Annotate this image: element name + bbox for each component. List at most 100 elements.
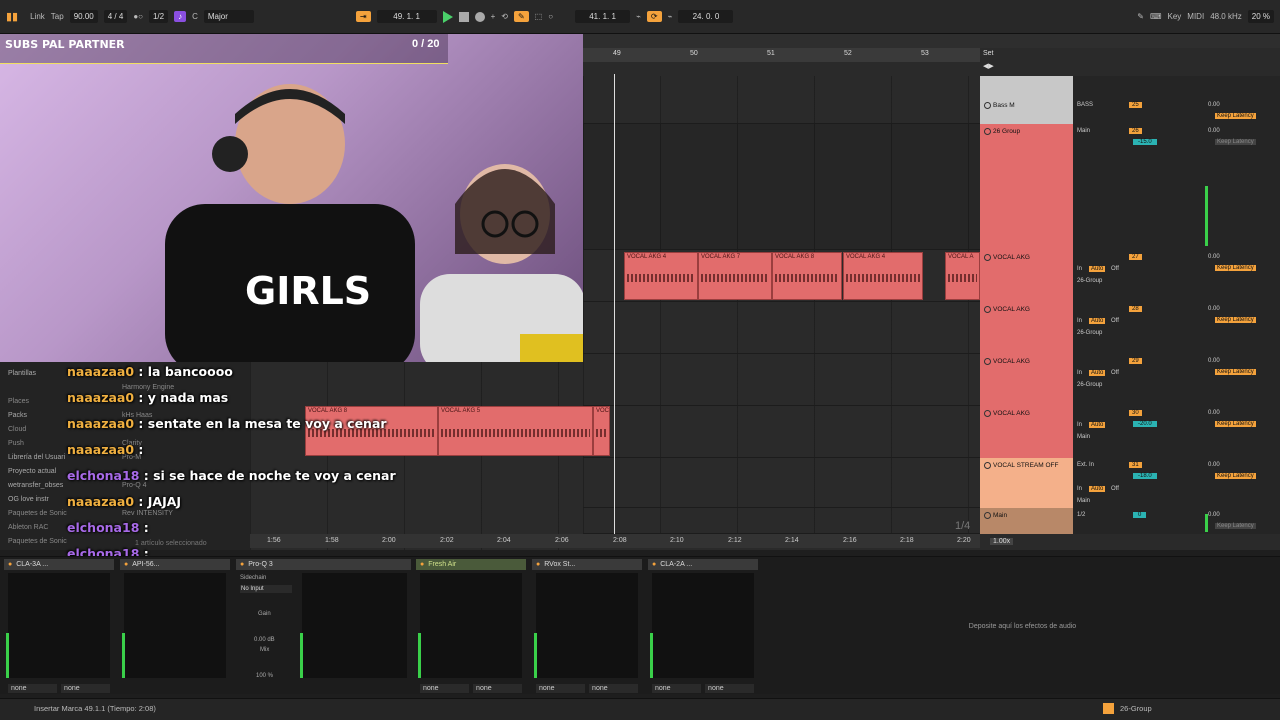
device-api560[interactable]: ● API-56... bbox=[120, 559, 230, 689]
device-fresh-air[interactable]: ● Fresh Air none none bbox=[416, 559, 526, 693]
track-header-bass[interactable]: Bass M bbox=[980, 76, 1073, 124]
group-output-route[interactable]: Main bbox=[1077, 128, 1090, 134]
clip[interactable]: VOCAL AKG 5 bbox=[438, 406, 593, 456]
sidechain-select[interactable]: none bbox=[589, 684, 638, 693]
bass-track-number[interactable]: 25 bbox=[1129, 102, 1142, 108]
vocal-1-track-number[interactable]: 27 bbox=[1129, 254, 1142, 260]
vocal-2-delay[interactable]: 0.00 bbox=[1208, 306, 1220, 312]
vocal-3-track-number[interactable]: 29 bbox=[1129, 358, 1142, 364]
browser-push[interactable]: Push bbox=[8, 440, 24, 447]
tempo-field[interactable]: 90.00 bbox=[69, 10, 98, 23]
browser-item-proq[interactable]: Pro-Q 4 bbox=[122, 482, 147, 489]
selected-track-name[interactable]: 26-Group bbox=[1120, 704, 1152, 713]
clip[interactable]: VOCAL AKG 7 bbox=[698, 252, 772, 300]
sidechain-select[interactable]: none bbox=[8, 684, 57, 693]
browser-sonic-2[interactable]: Paquetes de Sonic bbox=[8, 538, 67, 545]
device-proq3[interactable]: ● Pro-Q 3 Sidechain No Input Gain 0.00 dB… bbox=[236, 559, 411, 689]
time-ruler[interactable]: 1:56 1:58 2:00 2:02 2:04 2:06 2:08 2:10 … bbox=[250, 534, 980, 548]
position-field[interactable]: 49. 1. 1 bbox=[376, 10, 437, 23]
device-cla3a[interactable]: ● CLA-3A ... none none bbox=[4, 559, 114, 693]
vocal-2-track-number[interactable]: 28 bbox=[1129, 306, 1142, 312]
vocal-4-output[interactable]: Main bbox=[1077, 434, 1090, 440]
sidechain-select[interactable]: none bbox=[652, 684, 701, 693]
record-icon[interactable] bbox=[474, 11, 485, 22]
clip[interactable]: VOCAL A bbox=[945, 252, 980, 300]
vocal-4-track-number[interactable]: 30 bbox=[1129, 410, 1142, 416]
browser-sonic-1[interactable]: Paquetes de Sonic bbox=[8, 510, 67, 517]
set-locator-button[interactable]: Set bbox=[983, 50, 994, 57]
scale-icon[interactable]: ♪ bbox=[174, 11, 187, 22]
overdub-icon[interactable]: + bbox=[491, 12, 496, 21]
group-delay[interactable]: 0.00 bbox=[1208, 128, 1220, 134]
browser-cloud[interactable]: Cloud bbox=[8, 426, 26, 433]
vocal-3-output[interactable]: 26-Group bbox=[1077, 382, 1102, 388]
play-icon[interactable] bbox=[442, 10, 453, 23]
follow-icon[interactable]: ⇥ bbox=[355, 11, 371, 22]
vocal-2-keep-latency[interactable]: Keep Latency bbox=[1215, 317, 1256, 323]
vocal-2-output[interactable]: 26-Group bbox=[1077, 330, 1102, 336]
vocal-2-off[interactable]: Off bbox=[1111, 318, 1119, 324]
main-delay[interactable]: 0.00 bbox=[1208, 512, 1220, 518]
link-button[interactable]: Link bbox=[30, 12, 45, 21]
clip[interactable]: VOCAL AKG 4 bbox=[624, 252, 698, 300]
device-drop-zone[interactable]: Deposite aquí los efectos de audio bbox=[765, 557, 1280, 695]
vocal-2-auto[interactable]: Auto bbox=[1089, 318, 1106, 324]
browser-og[interactable]: OG love instr bbox=[8, 496, 49, 503]
power-icon[interactable]: ● bbox=[420, 561, 424, 568]
vocal-4-delay[interactable]: 0.00 bbox=[1208, 410, 1220, 416]
browser-plantillas[interactable]: Plantillas bbox=[8, 370, 36, 377]
vocal-3-auto[interactable]: Auto bbox=[1089, 370, 1106, 376]
browser-wetransfer[interactable]: wetransfer_obses bbox=[8, 482, 63, 489]
main-keep-latency[interactable]: Keep Latency bbox=[1215, 523, 1256, 529]
loop-start-field[interactable]: 41. 1. 1 bbox=[575, 10, 631, 23]
time-signature[interactable]: 4 / 4 bbox=[103, 10, 128, 23]
vocal-1-delay[interactable]: 0.00 bbox=[1208, 254, 1220, 260]
power-icon[interactable]: ● bbox=[8, 561, 12, 568]
beat-ruler[interactable]: 49 50 51 52 53 bbox=[583, 48, 980, 62]
group-volume[interactable]: -15.0 bbox=[1133, 139, 1157, 145]
track-header-main[interactable]: Main bbox=[980, 508, 1073, 534]
vocal-3-delay[interactable]: 0.00 bbox=[1208, 358, 1220, 364]
bass-delay[interactable]: 0.00 bbox=[1208, 102, 1220, 108]
sidechain-select[interactable]: none bbox=[473, 684, 522, 693]
vocal-4-keep-latency[interactable]: Keep Latency bbox=[1215, 421, 1256, 427]
device-cla2a[interactable]: ● CLA-2A ... none none bbox=[648, 559, 758, 693]
track-header-vocal-4[interactable]: VOCAL AKG bbox=[980, 406, 1073, 458]
vocal-3-off[interactable]: Off bbox=[1111, 370, 1119, 376]
locator-prev-icon[interactable]: ◀▶ bbox=[983, 62, 994, 70]
menu-icon[interactable]: ▮▮ bbox=[6, 10, 18, 23]
stream-volume[interactable]: -18.0 bbox=[1133, 473, 1157, 479]
power-icon[interactable]: ● bbox=[240, 561, 244, 568]
sidechain-select[interactable]: none bbox=[705, 684, 754, 693]
track-header-stream[interactable]: VOCAL STREAM OFF bbox=[980, 458, 1073, 508]
browser-user-library[interactable]: Librería del Usuari bbox=[8, 454, 65, 461]
loop-toggle-icon[interactable]: ⟳ bbox=[646, 11, 662, 22]
group-keep-latency[interactable]: Keep Latency bbox=[1215, 139, 1256, 145]
keyboard-icon[interactable]: ⌨ bbox=[1150, 12, 1162, 21]
vocal-3-keep-latency[interactable]: Keep Latency bbox=[1215, 369, 1256, 375]
bass-keep-latency[interactable]: Keep Latency bbox=[1215, 113, 1256, 119]
vocal-1-off[interactable]: Off bbox=[1111, 266, 1119, 272]
sidechain-input-select[interactable]: No Input bbox=[240, 585, 292, 593]
mix-value[interactable]: 100 % bbox=[256, 673, 273, 679]
punch-out-icon[interactable]: ⌁ bbox=[668, 12, 673, 21]
track-header-vocal-1[interactable]: VOCAL AKG bbox=[980, 250, 1073, 302]
scale-selector[interactable]: Major bbox=[203, 10, 254, 23]
draw-icon[interactable]: ✎ bbox=[1137, 12, 1144, 21]
vocal-4-auto[interactable]: Auto bbox=[1089, 422, 1106, 428]
device-rvox[interactable]: ● RVox St... none none bbox=[532, 559, 642, 693]
sidechain-select[interactable]: none bbox=[536, 684, 585, 693]
sidechain-select[interactable]: none bbox=[61, 684, 110, 693]
punch-in-icon[interactable]: ⌁ bbox=[636, 12, 641, 21]
clip[interactable]: VOCAL AKG 8 bbox=[772, 252, 842, 300]
clip[interactable]: VOC bbox=[593, 406, 610, 456]
loop-record-icon[interactable]: ⟲ bbox=[501, 12, 508, 21]
vocal-4-volume[interactable]: -20.0 bbox=[1133, 421, 1157, 427]
clip[interactable]: VOCAL AKG 4 bbox=[843, 252, 923, 300]
tap-button[interactable]: Tap bbox=[51, 12, 64, 21]
quantize-menu[interactable]: 1/2 bbox=[148, 10, 169, 23]
loop-length-field[interactable]: 24. 0. 0 bbox=[678, 10, 734, 23]
stream-auto[interactable]: Auto bbox=[1089, 486, 1106, 492]
main-output-route[interactable]: 1/2 bbox=[1077, 512, 1085, 518]
power-icon[interactable]: ● bbox=[652, 561, 656, 568]
